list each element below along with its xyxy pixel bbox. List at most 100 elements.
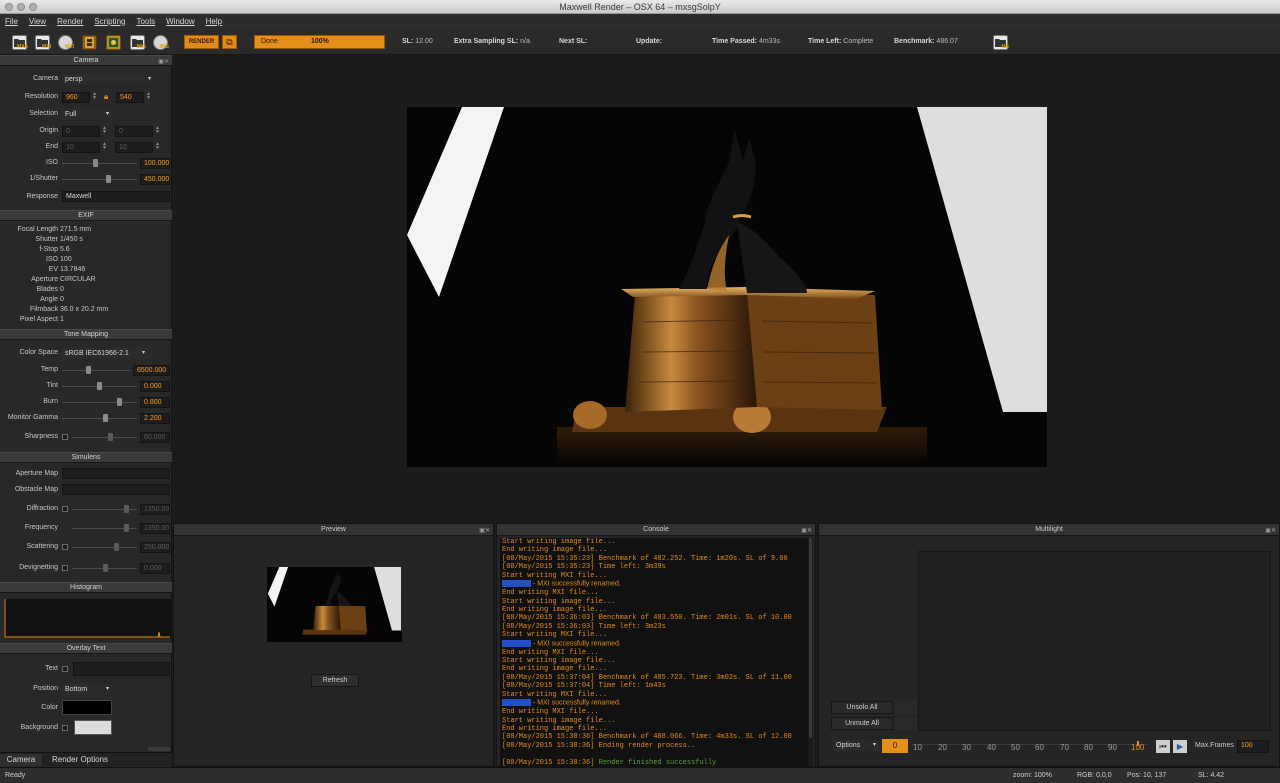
iso-slider[interactable]: [62, 163, 137, 164]
tab-render-options[interactable]: Render Options: [44, 754, 116, 766]
panel-undock-icon[interactable]: ▣✕: [801, 525, 812, 537]
gamma-slider-handle[interactable]: [103, 414, 108, 422]
panel-undock-icon[interactable]: ▣✕: [1265, 525, 1276, 537]
background-checkbox[interactable]: [62, 725, 68, 731]
end-x-input[interactable]: 10: [62, 142, 100, 153]
menu-tools[interactable]: Tools: [136, 17, 155, 26]
end-y-stepper-icon[interactable]: ▲ ▼: [155, 142, 160, 151]
origin-x-input[interactable]: 0: [62, 126, 100, 137]
window-controls[interactable]: [5, 3, 37, 11]
height-stepper-icon[interactable]: ▲ ▼: [146, 92, 151, 101]
frame-current-input[interactable]: 0: [882, 739, 908, 753]
skip-back-icon[interactable]: ⏮︎: [1156, 740, 1170, 753]
render-region-button[interactable]: ⧉: [222, 35, 237, 49]
shutter-input[interactable]: 450.000: [140, 174, 170, 185]
scattering-slider[interactable]: [72, 547, 137, 548]
devignetting-slider-handle[interactable]: [103, 564, 108, 572]
menu-view[interactable]: View: [29, 17, 46, 26]
aperture-map-input[interactable]: [62, 468, 170, 479]
camera-select[interactable]: persp ▾: [62, 74, 154, 85]
devignetting-checkbox[interactable]: [62, 565, 68, 571]
scattering-checkbox[interactable]: [62, 544, 68, 550]
frequency-slider-handle[interactable]: [124, 524, 129, 532]
lock-aspect-icon[interactable]: 🔒︎: [104, 92, 108, 102]
overlay-position-select[interactable]: Bottom ▾: [62, 684, 112, 695]
simulens-section-header[interactable]: Simulens: [0, 452, 172, 463]
menu-scripting[interactable]: Scripting: [94, 17, 125, 26]
menu-render[interactable]: Render: [57, 17, 83, 26]
console-scrollbar[interactable]: [808, 538, 813, 766]
exif-section-header[interactable]: EXIF: [0, 210, 172, 221]
diffraction-input[interactable]: 1350.000: [140, 504, 170, 515]
gamma-slider[interactable]: [62, 418, 137, 419]
end-x-stepper-icon[interactable]: ▲ ▼: [102, 142, 107, 151]
iso-slider-handle[interactable]: [93, 159, 98, 167]
options-select[interactable]: Options ▾: [833, 740, 879, 751]
origin-x-stepper-icon[interactable]: ▲ ▼: [102, 126, 107, 135]
temp-input[interactable]: 6500.000: [133, 365, 170, 376]
menu-help[interactable]: Help: [206, 17, 222, 26]
sharpness-slider[interactable]: [72, 437, 137, 438]
histogram-section-header[interactable]: Histogram: [0, 582, 172, 593]
resolution-height-input[interactable]: 540: [116, 92, 144, 103]
save-mxi-icon[interactable]: MXI: [58, 35, 74, 50]
devignetting-input[interactable]: 0.000: [140, 563, 170, 574]
origin-y-input[interactable]: 0: [115, 126, 153, 137]
color-space-select[interactable]: sRGB IEC61966-2.1 ▾: [62, 348, 148, 359]
unsolo-all-button[interactable]: Unsolo All: [831, 701, 893, 714]
menu-window[interactable]: Window: [166, 17, 194, 26]
sharpness-input[interactable]: 60.000: [140, 432, 170, 443]
shutter-slider[interactable]: [62, 179, 137, 180]
obstacle-map-input[interactable]: [62, 484, 170, 495]
play-icon[interactable]: ▶︎: [1173, 740, 1187, 753]
panel-scrollbar[interactable]: [148, 747, 170, 751]
origin-y-stepper-icon[interactable]: ▲ ▼: [155, 126, 160, 135]
multilight-save-icon[interactable]: MS: [993, 35, 1009, 50]
sharpness-slider-handle[interactable]: [108, 433, 113, 441]
selection-select[interactable]: Full ▾: [62, 109, 112, 120]
frequency-input[interactable]: 1350.000: [140, 523, 170, 534]
overlay-text-checkbox[interactable]: [62, 666, 68, 672]
save-image-icon[interactable]: IMG: [130, 35, 146, 50]
camera-section-header[interactable]: Camera ▣✕: [0, 55, 172, 66]
refresh-button[interactable]: Refresh: [311, 674, 359, 687]
temp-slider[interactable]: [62, 370, 130, 371]
panel-undock-icon[interactable]: ▣✕: [158, 57, 169, 67]
scattering-input[interactable]: 250.000: [140, 542, 170, 553]
open-image-icon[interactable]: IMG: [153, 35, 169, 50]
overlay-text-section-header[interactable]: Overlay Text: [0, 643, 172, 654]
burn-input[interactable]: 0.800: [140, 397, 170, 408]
iso-input[interactable]: 100.000: [140, 158, 170, 169]
close-window-button[interactable]: [5, 3, 13, 11]
image-icon[interactable]: [106, 35, 121, 50]
open-mxi-icon[interactable]: MXI: [35, 35, 51, 50]
overlay-text-input[interactable]: [73, 662, 170, 676]
end-y-input[interactable]: 10: [115, 142, 153, 153]
temp-slider-handle[interactable]: [86, 366, 91, 374]
render-button[interactable]: RENDER: [184, 35, 219, 49]
tab-camera[interactable]: Camera: [0, 754, 42, 766]
multilight-emitters-area[interactable]: [918, 551, 1271, 731]
tint-input[interactable]: 0.000: [140, 381, 170, 392]
unmute-all-button[interactable]: Unmute All: [831, 717, 893, 730]
burn-slider-handle[interactable]: [117, 398, 122, 406]
burn-slider[interactable]: [62, 402, 137, 403]
panel-undock-icon[interactable]: ▣✕: [479, 525, 490, 537]
max-frames-input[interactable]: 100: [1237, 740, 1269, 753]
background-color-swatch[interactable]: [74, 720, 112, 735]
width-stepper-icon[interactable]: ▲ ▼: [92, 92, 97, 101]
tone-mapping-section-header[interactable]: Tone Mapping: [0, 329, 172, 340]
resolution-width-input[interactable]: 960: [62, 92, 90, 103]
sharpness-checkbox[interactable]: [62, 434, 68, 440]
scattering-slider-handle[interactable]: [114, 543, 119, 551]
console-scroll-thumb[interactable]: [809, 538, 812, 738]
film-icon[interactable]: [82, 35, 97, 50]
console-log[interactable]: Start writing image file... End writing i…: [500, 538, 810, 766]
response-field[interactable]: Maxwell: [62, 191, 170, 202]
diffraction-checkbox[interactable]: [62, 506, 68, 512]
zoom-window-button[interactable]: [29, 3, 37, 11]
overlay-color-swatch[interactable]: [62, 700, 112, 715]
tint-slider-handle[interactable]: [97, 382, 102, 390]
menu-file[interactable]: File: [5, 17, 18, 26]
minimize-window-button[interactable]: [17, 3, 25, 11]
